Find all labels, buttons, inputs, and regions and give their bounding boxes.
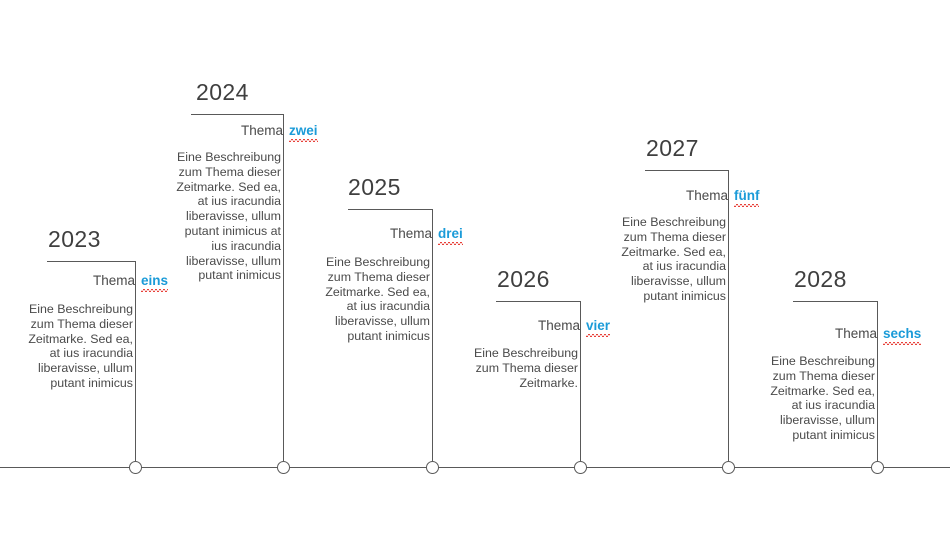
event-number-word[interactable]: drei	[438, 225, 463, 245]
description-line: putant inimicus	[643, 288, 726, 303]
event-thema-label: Thema	[834, 326, 877, 341]
event-top-rule	[645, 170, 728, 171]
event-node-circle[interactable]	[426, 461, 439, 474]
event-thema-label: Thema	[92, 273, 135, 288]
event-number-word-text: sechs	[883, 326, 922, 345]
description-line: zum Thema dieser	[772, 368, 875, 383]
event-year-label: 2027	[646, 135, 699, 161]
description-line: putant inimicus at	[184, 223, 281, 238]
description-line: at ius iracundia	[197, 194, 281, 209]
event-description: Eine Beschreibung zum Thema dieser Zeitm…	[158, 150, 281, 283]
description-line: liberavisse, ullum	[185, 253, 281, 268]
event-top-rule	[47, 261, 135, 262]
event-year-label: 2028	[794, 266, 847, 292]
event-top-rule	[348, 209, 432, 210]
event-node-circle[interactable]	[722, 461, 735, 474]
description-line: Zeitmarke. Sed ea,	[621, 244, 726, 259]
timeline-canvas: 2023 Thema eins Eine Beschreibung zum Th…	[0, 0, 950, 536]
event-description: Eine Beschreibung zum Thema dieser Zeitm…	[752, 354, 875, 443]
description-line: liberavisse, ullum	[630, 274, 726, 289]
event-description: Eine Beschreibung zum Thema dieser Zeitm…	[603, 215, 726, 304]
description-line: zum Thema dieser	[623, 229, 726, 244]
description-line: Zeitmarke. Sed ea,	[176, 179, 281, 194]
description-line: putant inimicus	[50, 375, 133, 390]
event-stem	[135, 261, 136, 461]
description-line: zum Thema dieser	[30, 316, 133, 331]
event-stem	[283, 114, 284, 461]
description-line: Eine Beschreibung	[473, 346, 578, 360]
event-stem	[580, 301, 581, 461]
event-stem	[432, 209, 433, 461]
event-year-label: 2023	[48, 226, 101, 252]
event-thema-label: Thema	[389, 226, 432, 241]
event-year-label: 2026	[497, 266, 550, 292]
event-top-rule	[191, 114, 283, 115]
event-number-word-text: drei	[438, 226, 463, 245]
event-year-label: 2024	[196, 79, 249, 105]
event-description: Eine Beschreibung zum Thema dieser Zeitm…	[455, 346, 578, 390]
event-year-label: 2025	[348, 174, 401, 200]
description-line: at ius iracundia	[346, 299, 430, 314]
event-stem	[877, 301, 878, 461]
description-line: liberavisse, ullum	[37, 361, 133, 376]
event-thema-label: Thema	[537, 318, 580, 333]
event-node-circle[interactable]	[871, 461, 884, 474]
event-stem	[728, 170, 729, 461]
event-number-word[interactable]: sechs	[883, 325, 922, 345]
description-line: liberavisse, ullum	[334, 314, 430, 329]
description-line: Zeitmarke.	[519, 375, 578, 390]
description-line: Eine Beschreibung	[770, 354, 875, 368]
description-line: putant inimicus	[347, 328, 430, 343]
description-line: putant inimicus	[198, 268, 281, 283]
description-line: Eine Beschreibung	[28, 302, 133, 316]
description-line: at ius iracundia	[49, 346, 133, 361]
timeline-axis	[0, 467, 950, 468]
description-line: at ius iracundia	[642, 259, 726, 274]
description-line: liberavisse, ullum	[779, 413, 875, 428]
description-line: Zeitmarke. Sed ea,	[325, 284, 430, 299]
description-line: zum Thema dieser	[327, 269, 430, 284]
event-number-word[interactable]: fünf	[734, 187, 760, 207]
event-thema-label: Thema	[685, 188, 728, 203]
event-description: Eine Beschreibung zum Thema dieser Zeitm…	[10, 302, 133, 391]
event-number-word[interactable]: zwei	[289, 122, 318, 142]
description-line: ius iracundia	[211, 238, 281, 253]
description-line: zum Thema dieser	[178, 164, 281, 179]
event-top-rule	[793, 301, 877, 302]
description-line: putant inimicus	[792, 427, 875, 442]
event-thema-label: Thema	[240, 123, 283, 138]
event-node-circle[interactable]	[277, 461, 290, 474]
event-number-word[interactable]: vier	[586, 317, 611, 337]
description-line: at ius iracundia	[791, 398, 875, 413]
event-node-circle[interactable]	[574, 461, 587, 474]
event-top-rule	[496, 301, 580, 302]
event-node-circle[interactable]	[129, 461, 142, 474]
description-line: zum Thema dieser	[475, 360, 578, 375]
description-line: liberavisse, ullum	[185, 209, 281, 224]
description-line: Eine Beschreibung	[325, 255, 430, 269]
event-number-word-text: fünf	[734, 188, 760, 207]
event-description: Eine Beschreibung zum Thema dieser Zeitm…	[307, 255, 430, 344]
description-line: Eine Beschreibung	[176, 150, 281, 164]
description-line: Eine Beschreibung	[621, 215, 726, 229]
event-number-word-text: vier	[586, 318, 611, 337]
description-line: Zeitmarke. Sed ea,	[28, 331, 133, 346]
description-line: Zeitmarke. Sed ea,	[770, 383, 875, 398]
event-number-word-text: zwei	[289, 123, 318, 142]
